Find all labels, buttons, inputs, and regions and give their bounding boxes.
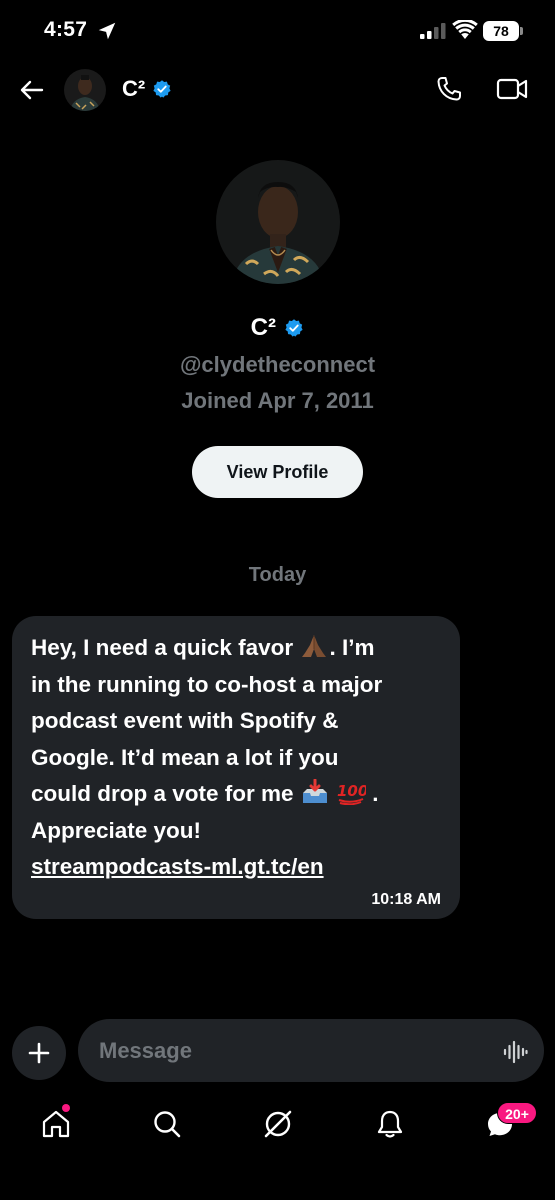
- notifications-icon[interactable]: [374, 1108, 406, 1140]
- header-name[interactable]: C²: [122, 76, 145, 102]
- verified-badge-icon: [153, 80, 171, 98]
- day-separator: Today: [248, 564, 307, 586]
- hundred-points-emoji: 100: [336, 779, 368, 806]
- message-text: Hey, I need a quick favor . I’m in the r…: [31, 630, 442, 849]
- search-icon[interactable]: [151, 1108, 183, 1140]
- svg-text:100: 100: [337, 782, 366, 800]
- folded-hands-emoji: [299, 633, 329, 659]
- profile-avatar[interactable]: [216, 160, 340, 284]
- home-icon[interactable]: [40, 1108, 72, 1140]
- profile-name: C²: [250, 314, 276, 341]
- message-bubble[interactable]: Hey, I need a quick favor . I’m in the r…: [12, 616, 460, 919]
- profile-joined-date: Joined Apr 7, 2011: [181, 388, 374, 413]
- back-arrow-icon[interactable]: [18, 76, 46, 104]
- location-arrow-icon: [98, 22, 116, 40]
- phone-icon[interactable]: [434, 74, 464, 104]
- status-bar: 4:57 78: [0, 0, 555, 62]
- add-attachment-button[interactable]: [12, 1026, 66, 1080]
- video-camera-icon[interactable]: [496, 75, 528, 103]
- plus-icon: [28, 1042, 50, 1064]
- avatar[interactable]: [64, 69, 106, 111]
- message-timestamp: 10:18 AM: [371, 891, 441, 908]
- profile-handle: @clydetheconnect: [179, 352, 376, 377]
- profile-name-row: C²: [0, 314, 555, 342]
- message-link[interactable]: streampodcasts-ml.gt.tc/en: [31, 849, 442, 886]
- message-input[interactable]: [78, 1019, 544, 1082]
- inbox-tray-emoji: [300, 778, 330, 805]
- status-time: 4:57: [44, 18, 88, 41]
- bottom-nav: [0, 1100, 555, 1150]
- view-profile-button[interactable]: View Profile: [192, 446, 363, 498]
- message-text-part: Hey, I need a quick favor: [31, 635, 300, 660]
- voice-waveform-icon[interactable]: [502, 1039, 528, 1065]
- signal-icon: [420, 23, 446, 39]
- wifi-icon: [452, 20, 478, 39]
- battery-indicator: 78: [483, 21, 523, 41]
- messages-badge: 20+: [497, 1102, 537, 1124]
- verified-badge-icon: [285, 319, 303, 337]
- grok-icon[interactable]: [262, 1108, 294, 1140]
- home-notification-dot: [62, 1104, 70, 1112]
- conversation-header: C²: [0, 62, 555, 118]
